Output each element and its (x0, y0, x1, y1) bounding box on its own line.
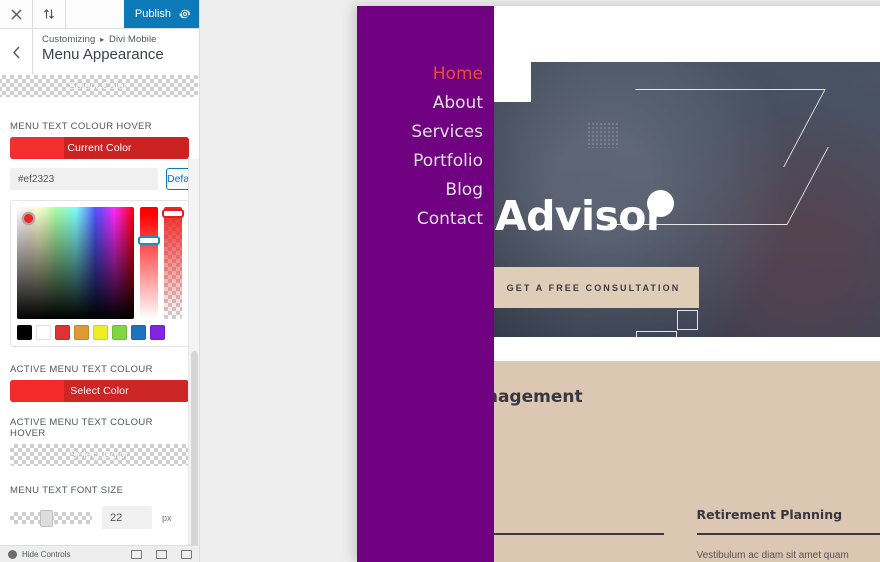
customizer-controls-scroll: Select Color MENU TEXT COLOUR HOVER Curr… (0, 75, 199, 562)
menu-item-blog[interactable]: Blog (357, 176, 483, 205)
close-customizer-button[interactable] (0, 0, 33, 28)
font-size-slider-handle[interactable] (40, 509, 53, 527)
mobile-icon[interactable] (181, 549, 192, 559)
menu-item-services[interactable]: Services (357, 118, 483, 147)
hue-slider[interactable] (138, 207, 160, 319)
alpha-slider-handle[interactable] (162, 209, 184, 218)
saturation-value-cursor[interactable] (22, 212, 35, 225)
swatch-purple[interactable] (150, 325, 165, 340)
feature-body: Vestibulum ac diam sit amet quam (696, 549, 849, 561)
customizer-header: Customizing ▸ Divi Mobile Menu Appearanc… (0, 29, 199, 77)
breadcrumb-current: Divi Mobile (109, 34, 157, 45)
menu-item-about[interactable]: About (357, 89, 483, 118)
device-buttons (131, 549, 192, 559)
mobile-menu-list: Home About Services Portfolio Blog Conta… (357, 60, 494, 234)
gear-icon (179, 9, 191, 19)
desktop-icon[interactable] (131, 549, 142, 559)
swatch-yellow[interactable] (93, 325, 108, 340)
control-menu-text-colour-hover: MENU TEXT COLOUR HOVER Current Color Def… (10, 121, 199, 347)
alpha-slider[interactable] (162, 207, 184, 319)
customizer-sidebar: Publish Customizing ▸ Divi Mobile Menu A… (0, 0, 200, 562)
swatch-white[interactable] (36, 325, 51, 340)
select-color-button-partial[interactable]: Select Color (0, 75, 198, 97)
color-preview-strip (10, 380, 64, 402)
control-label: MENU TEXT COLOUR HOVER (10, 121, 152, 132)
control-active-menu-text-colour-hover: ACTIVE MENU TEXT COLOUR HOVER Select Col… (10, 417, 189, 466)
hex-input[interactable] (10, 168, 158, 190)
swatch-red[interactable] (55, 325, 70, 340)
color-preview-strip (10, 137, 64, 159)
hue-slider-handle[interactable] (138, 236, 160, 245)
font-size-unit: px (162, 512, 172, 523)
hero-cta-button[interactable]: GET A FREE CONSULTATION (488, 267, 699, 308)
menu-item-home[interactable]: Home (357, 60, 483, 89)
hide-controls-label: Hide Controls (22, 549, 71, 559)
saturation-value-area[interactable] (17, 207, 134, 319)
menu-item-portfolio[interactable]: Portfolio (357, 147, 483, 176)
tablet-icon[interactable] (156, 549, 167, 559)
hide-controls-icon (8, 549, 17, 559)
select-color-label: Select Color (70, 449, 129, 461)
publish-button[interactable]: Publish (123, 0, 199, 28)
back-button[interactable] (0, 29, 33, 76)
breadcrumb: Customizing ▸ Divi Mobile (42, 34, 164, 45)
current-color-label: Current Color (67, 142, 132, 154)
color-swatches (17, 325, 182, 340)
expand-collapse-icon (44, 9, 54, 19)
breadcrumb-separator-icon: ▸ (100, 35, 105, 44)
swatch-green[interactable] (112, 325, 127, 340)
breadcrumb-root: Customizing (42, 34, 96, 45)
mobile-menu-edge (357, 6, 361, 562)
font-size-slider-row: px (10, 506, 189, 529)
publish-label: Publish (134, 8, 171, 20)
select-color-button-active[interactable]: Select Color (10, 380, 189, 402)
control-label: MENU TEXT FONT SIZE (10, 485, 124, 496)
control-active-menu-text-colour: ACTIVE MENU TEXT COLOUR Select Color (10, 364, 189, 402)
swatch-black[interactable] (17, 325, 32, 340)
hero-cta-label: GET A FREE CONSULTATION (506, 282, 681, 293)
partial-color-control: Select Color (0, 75, 198, 103)
site-preview-frame: ancial Advisor GET A FREE CONSULTATION l… (357, 6, 880, 562)
control-menu-text-font-size: MENU TEXT FONT SIZE px (10, 485, 189, 529)
hide-controls-hint[interactable]: Hide Controls (8, 549, 131, 559)
customizer-title-block: Customizing ▸ Divi Mobile Menu Appearanc… (33, 29, 164, 76)
deco-square-large (636, 331, 677, 337)
customizer-topbar: Publish (0, 0, 199, 29)
feature-column: Retirement Planning Vestibulum ac diam s… (696, 507, 880, 562)
customizer-app: Publish Customizing ▸ Divi Mobile Menu A… (0, 0, 880, 562)
color-picker (10, 200, 189, 347)
select-color-button-active-hover[interactable]: Select Color (10, 444, 189, 466)
select-color-label: Select Color (70, 385, 129, 397)
font-size-input[interactable] (102, 506, 152, 529)
control-label: ACTIVE MENU TEXT COLOUR (10, 364, 153, 375)
preview-site: ancial Advisor GET A FREE CONSULTATION l… (357, 6, 880, 562)
swatch-blue[interactable] (131, 325, 146, 340)
device-preview-bar: Hide Controls (0, 545, 199, 562)
chevron-left-icon (12, 46, 20, 59)
preview-area: ancial Advisor GET A FREE CONSULTATION l… (200, 0, 880, 562)
feature-title: Retirement Planning (696, 507, 843, 522)
swatch-orange[interactable] (74, 325, 89, 340)
feature-divider (696, 533, 880, 535)
alpha-gradient (164, 207, 182, 319)
sidebar-scrollbar[interactable] (188, 159, 199, 562)
collapse-sidebar-button[interactable] (33, 0, 66, 28)
mobile-menu-panel: Home About Services Portfolio Blog Conta… (357, 6, 494, 562)
control-label: ACTIVE MENU TEXT COLOUR HOVER (10, 417, 153, 439)
color-picker-main (17, 207, 184, 319)
sidebar-scrollbar-thumb[interactable] (191, 351, 198, 562)
menu-item-contact[interactable]: Contact (357, 205, 483, 234)
hex-row: Default (10, 168, 199, 190)
page-title: Menu Appearance (42, 46, 164, 63)
deco-square-small (677, 310, 698, 330)
current-color-button[interactable]: Current Color (10, 137, 189, 159)
select-color-label: Select Color (68, 80, 128, 92)
font-size-slider[interactable] (10, 509, 92, 527)
close-icon (11, 9, 21, 19)
